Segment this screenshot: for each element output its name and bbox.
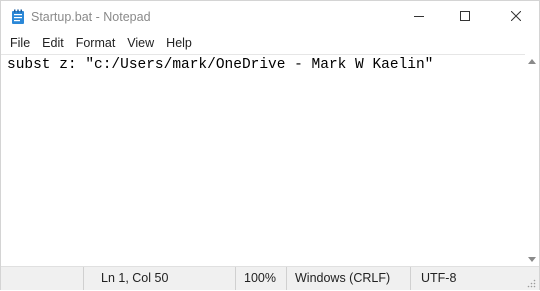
- minimize-button[interactable]: [396, 1, 442, 33]
- minimize-icon: [414, 8, 424, 26]
- window-title: Startup.bat - Notepad: [31, 10, 151, 24]
- text-editor[interactable]: subst z: "c:/Users/mark/OneDrive - Mark …: [1, 54, 525, 267]
- maximize-button[interactable]: [442, 1, 488, 33]
- status-divider: [83, 267, 84, 290]
- resize-grip-icon[interactable]: [526, 277, 536, 288]
- close-button[interactable]: [493, 1, 539, 33]
- scroll-up-icon[interactable]: [528, 59, 536, 64]
- menu-help[interactable]: Help: [160, 33, 198, 53]
- menu-format[interactable]: Format: [70, 33, 122, 53]
- vertical-scrollbar[interactable]: [525, 54, 539, 266]
- title-bar[interactable]: Startup.bat - Notepad: [1, 1, 539, 33]
- zoom-level: 100%: [244, 271, 276, 285]
- notepad-icon: [11, 9, 25, 25]
- menu-bar: File Edit Format View Help: [1, 33, 539, 53]
- menu-view[interactable]: View: [121, 33, 160, 53]
- menu-file[interactable]: File: [4, 33, 36, 53]
- menu-edit[interactable]: Edit: [36, 33, 70, 53]
- status-divider: [235, 267, 236, 290]
- status-bar: Ln 1, Col 50 100% Windows (CRLF) UTF-8: [1, 266, 539, 290]
- encoding: UTF-8: [421, 271, 457, 285]
- close-icon: [510, 8, 522, 26]
- cursor-position: Ln 1, Col 50: [101, 271, 169, 285]
- line-ending: Windows (CRLF): [295, 271, 391, 285]
- notepad-window: Startup.bat - Notepad File Edit Format V…: [0, 0, 540, 290]
- scroll-down-icon[interactable]: [528, 257, 536, 262]
- editor-content[interactable]: subst z: "c:/Users/mark/OneDrive - Mark …: [7, 56, 433, 74]
- status-divider: [286, 267, 287, 290]
- status-divider: [410, 267, 411, 290]
- maximize-icon: [460, 8, 470, 26]
